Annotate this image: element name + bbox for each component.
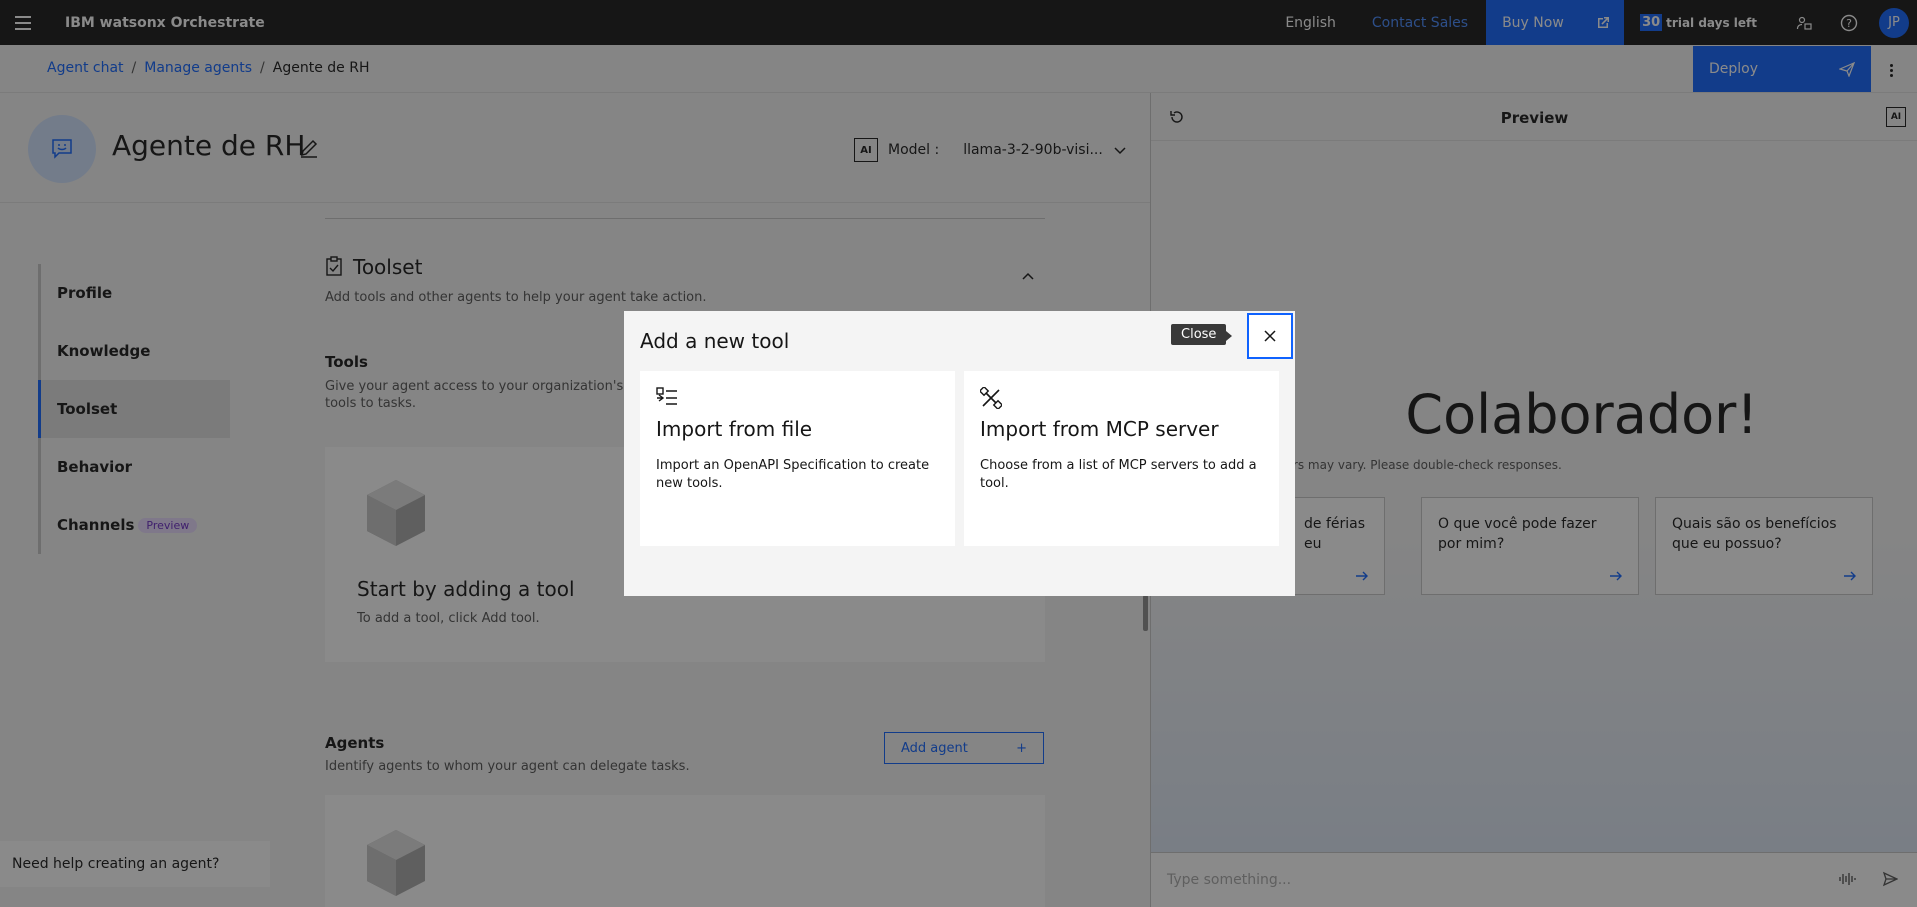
mcp-server-icon bbox=[978, 385, 1263, 411]
option-description: Choose from a list of MCP servers to add… bbox=[980, 458, 1257, 491]
import-from-file-option[interactable]: Import from file Import an OpenAPI Speci… bbox=[640, 371, 955, 546]
add-tool-modal: Add a new tool Close Import from file Im… bbox=[624, 311, 1295, 596]
option-title: Import from MCP server bbox=[980, 417, 1219, 441]
import-from-mcp-option[interactable]: Import from MCP server Choose from a lis… bbox=[964, 371, 1279, 546]
modal-title: Add a new tool bbox=[640, 329, 790, 353]
import-file-icon bbox=[656, 387, 939, 411]
close-icon bbox=[1264, 330, 1276, 342]
option-description: Import an OpenAPI Specification to creat… bbox=[656, 458, 930, 491]
close-tooltip: Close bbox=[1171, 324, 1233, 345]
close-button[interactable] bbox=[1247, 313, 1293, 359]
option-title: Import from file bbox=[656, 417, 813, 441]
